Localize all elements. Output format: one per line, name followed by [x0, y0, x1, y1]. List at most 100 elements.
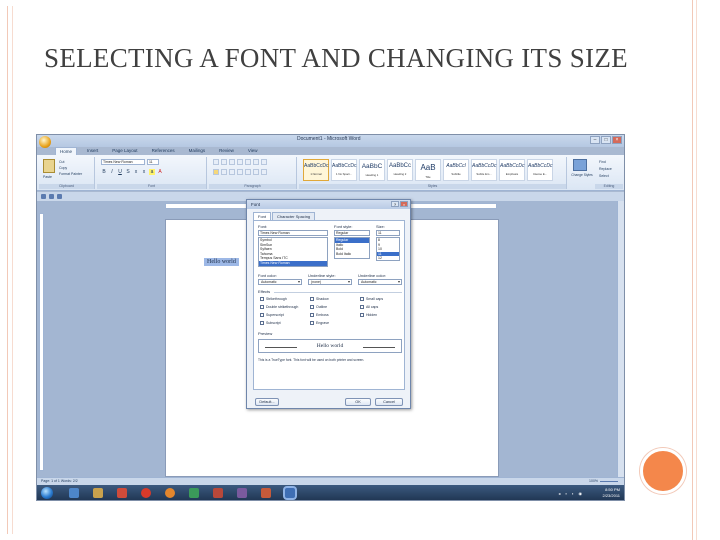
- media-player-icon[interactable]: [117, 488, 127, 498]
- emboss-checkbox[interactable]: Emboss: [310, 313, 329, 318]
- superscript-checkbox[interactable]: Superscript: [260, 313, 284, 318]
- tab-insert[interactable]: Insert: [83, 147, 102, 155]
- underline-color-combo[interactable]: Automatic: [358, 279, 402, 285]
- double-strikethrough-checkbox[interactable]: Double strikethrough: [260, 305, 298, 310]
- line-spacing-icon[interactable]: [245, 169, 251, 175]
- vertical-scrollbar[interactable]: [617, 201, 624, 477]
- word-taskbar-icon[interactable]: [285, 488, 295, 498]
- justify-icon[interactable]: [237, 169, 243, 175]
- font-size-box[interactable]: 11: [147, 159, 159, 165]
- replace-button[interactable]: Replace: [599, 166, 612, 173]
- style-title[interactable]: AaB Title: [415, 159, 441, 181]
- tab-view[interactable]: View: [244, 147, 262, 155]
- style-heading-1[interactable]: AaBbC Heading 1: [359, 159, 385, 181]
- cancel-button[interactable]: Cancel: [375, 398, 403, 406]
- engrave-checkbox[interactable]: Engrave: [310, 321, 329, 326]
- select-button[interactable]: Select: [599, 173, 612, 180]
- font-color-icon[interactable]: A: [157, 169, 163, 175]
- style-subtitle[interactable]: AaBbCcl Subtitle: [443, 159, 469, 181]
- font-list[interactable]: Symbol SimSun Sylfaen Tahoma Tempus Sans…: [258, 237, 328, 267]
- font-style-list[interactable]: Regular Italic Bold Bold Italic: [334, 237, 370, 259]
- maximize-icon[interactable]: □: [601, 136, 611, 144]
- shading-icon[interactable]: [253, 169, 259, 175]
- tab-mailings[interactable]: Mailings: [185, 147, 210, 155]
- subscript-icon[interactable]: x: [133, 169, 139, 175]
- style-emphasis[interactable]: AaBbCcDc Emphasis: [499, 159, 525, 181]
- tab-home[interactable]: Home: [55, 147, 78, 155]
- decrease-indent-icon[interactable]: [237, 159, 243, 165]
- zoom-level[interactable]: 100%: [589, 478, 598, 485]
- app-icon-2[interactable]: [213, 488, 223, 498]
- shadow-checkbox[interactable]: Shadow: [310, 297, 329, 302]
- strikethrough-checkbox[interactable]: Strikethrough: [260, 297, 287, 302]
- dialog-close-icon[interactable]: ×: [400, 201, 408, 207]
- increase-indent-icon[interactable]: [245, 159, 251, 165]
- zoom-slider[interactable]: [600, 481, 618, 482]
- help-icon[interactable]: ?: [391, 201, 399, 207]
- size-list-item[interactable]: 12: [377, 256, 399, 260]
- ie-icon[interactable]: [69, 488, 79, 498]
- vertical-ruler[interactable]: [39, 213, 44, 471]
- app-icon-4[interactable]: [261, 488, 271, 498]
- system-tray-icons[interactable]: ◂ ▪ ▪ ◉: [558, 491, 584, 496]
- close-icon[interactable]: ×: [612, 136, 622, 144]
- tab-page-layout[interactable]: Page Layout: [108, 147, 141, 155]
- office-button-icon[interactable]: [39, 136, 51, 148]
- font-style-item[interactable]: Bold Italic: [335, 252, 369, 257]
- font-name-box[interactable]: Times New Roman: [101, 159, 145, 165]
- size-list[interactable]: 8 9 10 11 12: [376, 237, 400, 261]
- align-right-icon[interactable]: [229, 169, 235, 175]
- selected-document-text[interactable]: Hello world: [204, 258, 239, 266]
- opera-icon[interactable]: [141, 488, 151, 498]
- all-caps-checkbox[interactable]: All caps: [360, 305, 378, 310]
- subscript-checkbox[interactable]: Subscript: [260, 321, 281, 326]
- app-icon-3[interactable]: [237, 488, 247, 498]
- start-button-icon[interactable]: [41, 487, 53, 499]
- font-list-item-selected[interactable]: Times New Roman: [259, 260, 327, 266]
- save-icon[interactable]: [41, 194, 46, 199]
- style-normal[interactable]: AaBbCcDc 1 Normal: [303, 159, 329, 181]
- firefox-icon[interactable]: [165, 488, 175, 498]
- style-heading-2[interactable]: AaBbCc Heading 2: [387, 159, 413, 181]
- tab-references[interactable]: References: [148, 147, 179, 155]
- find-button[interactable]: Find: [599, 159, 612, 166]
- style-no-spacing[interactable]: AaBbCcDc 1 No Spaci...: [331, 159, 357, 181]
- size-field[interactable]: 11: [376, 230, 400, 236]
- style-intense-emphasis[interactable]: AaBbCcDc Intense E...: [527, 159, 553, 181]
- small-caps-checkbox[interactable]: Small caps: [360, 297, 383, 302]
- font-field[interactable]: Times New Roman: [258, 230, 328, 236]
- tab-font[interactable]: Font: [253, 212, 272, 220]
- undo-icon[interactable]: [49, 194, 54, 199]
- sort-icon[interactable]: [253, 159, 259, 165]
- bold-icon[interactable]: B: [101, 169, 107, 175]
- explorer-icon[interactable]: [93, 488, 103, 498]
- app-icon-1[interactable]: [189, 488, 199, 498]
- paste-icon[interactable]: [43, 159, 55, 173]
- superscript-icon[interactable]: x: [141, 169, 147, 175]
- minimize-icon[interactable]: –: [590, 136, 600, 144]
- tab-review[interactable]: Review: [215, 147, 238, 155]
- ok-button[interactable]: OK: [345, 398, 371, 406]
- tab-character-spacing[interactable]: Character Spacing: [272, 212, 316, 220]
- multilevel-list-icon[interactable]: [229, 159, 235, 165]
- numbering-icon[interactable]: [221, 159, 227, 165]
- align-center-icon[interactable]: [221, 169, 227, 175]
- align-left-icon[interactable]: [213, 169, 219, 175]
- underline-style-combo[interactable]: (none): [308, 279, 352, 285]
- redo-icon[interactable]: [57, 194, 62, 199]
- strikethrough-icon[interactable]: S: [125, 169, 131, 175]
- default-button[interactable]: Default...: [255, 398, 279, 406]
- bullets-icon[interactable]: [213, 159, 219, 165]
- italic-icon[interactable]: I: [109, 169, 115, 175]
- show-marks-icon[interactable]: [261, 159, 267, 165]
- change-styles-icon[interactable]: [573, 159, 587, 171]
- borders-icon[interactable]: [261, 169, 267, 175]
- text-highlight-icon[interactable]: a: [149, 169, 155, 175]
- font-color-combo[interactable]: Automatic: [258, 279, 302, 285]
- font-style-field[interactable]: Regular: [334, 230, 370, 236]
- style-subtle-emphasis[interactable]: AaBbCcDc Subtle Em...: [471, 159, 497, 181]
- underline-icon[interactable]: U: [117, 169, 123, 175]
- taskbar-clock[interactable]: 8:50 PM 2/23/2011: [603, 487, 621, 499]
- format-painter-button[interactable]: Format Painter: [59, 171, 82, 177]
- outline-checkbox[interactable]: Outline: [310, 305, 327, 310]
